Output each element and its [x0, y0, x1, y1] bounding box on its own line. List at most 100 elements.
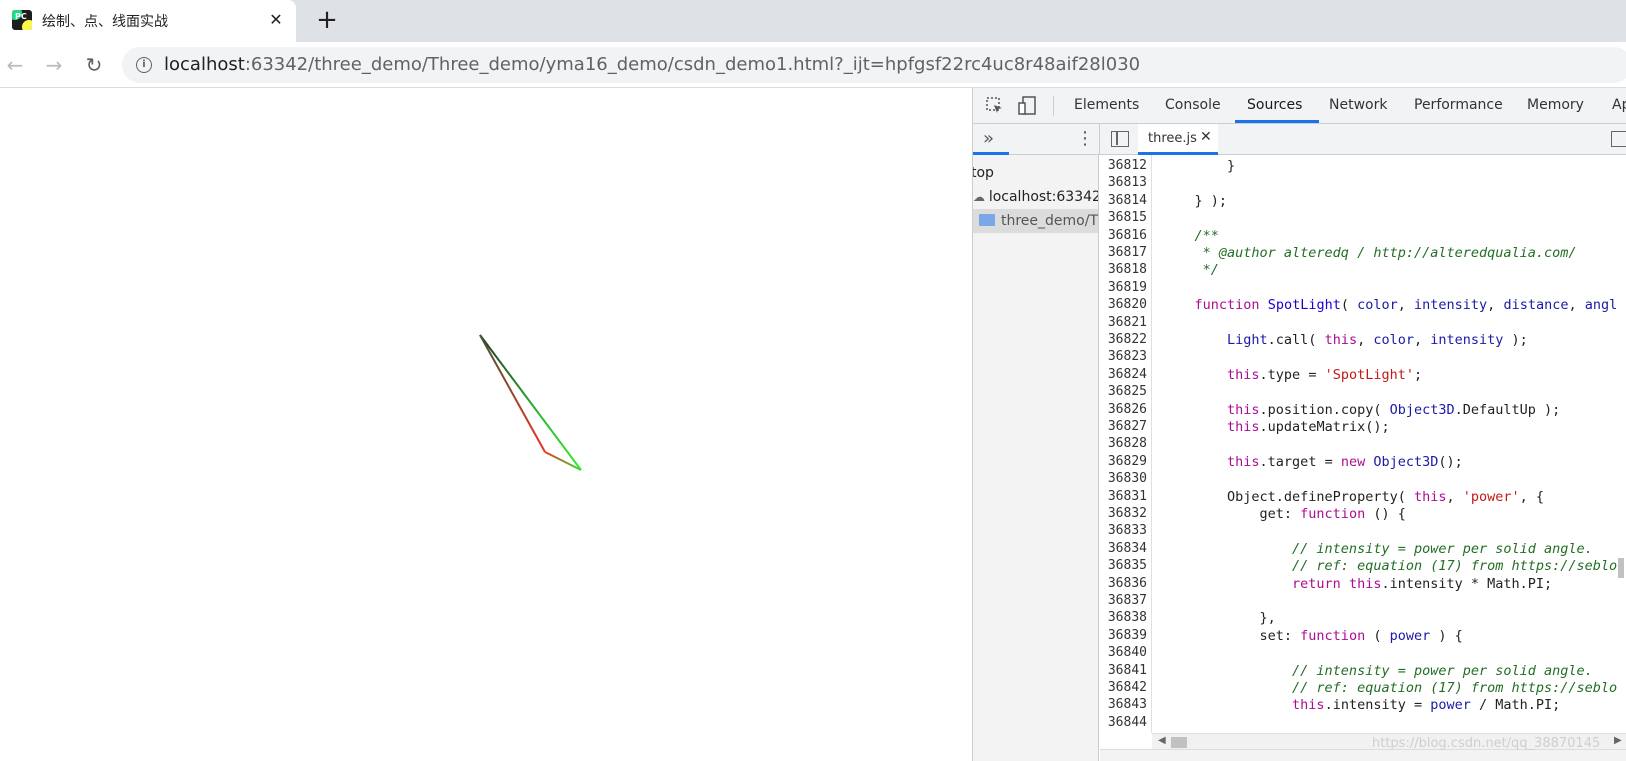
scrollbar-thumb[interactable] [1171, 737, 1187, 748]
kebab-menu-icon[interactable]: ⋮ [1076, 128, 1094, 149]
line-number[interactable]: 36816 [1100, 228, 1147, 243]
file-tab-three-js[interactable]: three.js ✕ [1138, 124, 1218, 155]
scroll-right-icon[interactable]: ▶ [1614, 735, 1622, 746]
line-number[interactable]: 36828 [1100, 436, 1147, 451]
line-number[interactable]: 36835 [1100, 558, 1147, 573]
code-line: */ [1162, 262, 1219, 279]
line-number[interactable]: 36813 [1100, 175, 1147, 190]
page-viewport[interactable] [0, 88, 972, 761]
code-line: } ); [1162, 192, 1228, 209]
code-line: set: function ( power ) { [1162, 627, 1463, 644]
favicon-text: PC [15, 12, 27, 21]
code-line: * @author alteredq / http://alteredquali… [1162, 245, 1577, 261]
webgl-canvas[interactable] [0, 88, 972, 761]
watermark: https://blog.csdn.net/qq_38870145 [1372, 736, 1601, 751]
line-number[interactable]: 36823 [1100, 349, 1147, 364]
file-tab-label: three.js [1148, 131, 1197, 146]
line-number[interactable]: 36814 [1100, 193, 1147, 208]
tab-close-icon[interactable]: ✕ [265, 9, 287, 31]
vertical-scrollbar-thumb[interactable] [1618, 558, 1624, 578]
line-number[interactable]: 36830 [1100, 471, 1147, 486]
line-number[interactable]: 36824 [1100, 367, 1147, 382]
line-number[interactable]: 36817 [1100, 245, 1147, 260]
toggle-navigator-icon[interactable] [1111, 131, 1129, 147]
address-bar[interactable]: i localhost:63342/three_demo/Three_demo/… [122, 47, 1626, 83]
line-number[interactable]: 36837 [1100, 593, 1147, 608]
inspect-element-icon[interactable] [985, 96, 1005, 116]
code-line: this.intensity = power / Math.PI; [1292, 697, 1561, 714]
line-number[interactable]: 36833 [1100, 523, 1147, 538]
new-tab-icon[interactable]: + [313, 7, 341, 35]
line-number[interactable]: 36829 [1100, 454, 1147, 469]
line-number[interactable]: 36827 [1100, 419, 1147, 434]
browser-tab[interactable]: PC 绘制、点、线面实战 ✕ [0, 0, 296, 42]
line-number[interactable]: 36825 [1100, 384, 1147, 399]
line-number[interactable]: 36836 [1100, 576, 1147, 591]
line-number[interactable]: 36834 [1100, 541, 1147, 556]
navigator-label: three_demo/Th [1001, 213, 1099, 229]
line-number[interactable]: 36839 [1100, 628, 1147, 643]
line-number[interactable]: 36841 [1100, 663, 1147, 678]
toggle-debugger-icon[interactable] [1611, 131, 1626, 147]
more-tabs-icon[interactable]: » [983, 128, 994, 149]
tab-elements[interactable]: Elements [1074, 97, 1139, 113]
tab-sources[interactable]: Sources [1247, 97, 1302, 113]
code-line: // intensity = power per solid angle. [1162, 662, 1593, 679]
code-line: get: function () { [1162, 506, 1406, 522]
file-tab-close-icon[interactable]: ✕ [1200, 129, 1212, 145]
code-line: Object.defineProperty( this, 'power', { [1162, 488, 1545, 505]
line-number[interactable]: 36822 [1100, 332, 1147, 347]
line-segment-red [479, 334, 546, 453]
file-navigator: top ☁ localhost:63342 three_demo/Th [973, 155, 1099, 761]
tab-performance[interactable]: Performance [1414, 97, 1503, 113]
url-path: :63342/three_demo/Three_demo/yma16_demo/… [244, 54, 1141, 75]
line-number[interactable]: 36821 [1100, 315, 1147, 330]
forward-arrow-icon[interactable]: → [42, 53, 66, 77]
code-line: // ref: equation (17) from https://seblo [1162, 558, 1618, 575]
tab-application[interactable]: Ap [1612, 97, 1626, 113]
code-line: this.updateMatrix(); [1227, 419, 1390, 435]
line-number[interactable]: 36838 [1100, 610, 1147, 625]
url-text[interactable]: localhost:63342/three_demo/Three_demo/ym… [164, 54, 1140, 75]
line-number[interactable]: 36844 [1100, 715, 1147, 730]
line-number[interactable]: 36815 [1100, 210, 1147, 225]
code-line: this.type = 'SpotLight'; [1227, 366, 1423, 383]
line-number[interactable]: 36843 [1100, 697, 1147, 712]
line-number[interactable]: 36820 [1100, 297, 1147, 312]
line-number[interactable]: 36826 [1100, 402, 1147, 417]
navigator-item-host[interactable]: ☁ localhost:63342 [973, 185, 1098, 209]
line-number[interactable]: 36818 [1100, 262, 1147, 277]
tab-title: 绘制、点、线面实战 [42, 14, 168, 30]
code-line: // intensity = power per solid angle. [1162, 540, 1593, 557]
pycharm-favicon-icon: PC [12, 10, 32, 30]
active-tab-indicator [1235, 120, 1319, 123]
info-icon[interactable]: i [136, 57, 152, 73]
line-number[interactable]: 36831 [1100, 489, 1147, 504]
code-line: /** [1194, 227, 1219, 244]
line-segment-base [544, 451, 582, 471]
reload-icon[interactable]: ↻ [82, 53, 106, 77]
panel-divider [1099, 124, 1100, 155]
line-number[interactable]: 36812 [1100, 158, 1147, 173]
cloud-icon: ☁ [973, 190, 989, 204]
devtools-panel: Elements Console Sources Network Perform… [972, 88, 1626, 761]
line-number[interactable]: 36819 [1100, 280, 1147, 295]
scroll-left-icon[interactable]: ◀ [1158, 735, 1166, 746]
device-toolbar-icon[interactable] [1017, 96, 1037, 116]
code-line: return this.intensity * Math.PI; [1292, 575, 1553, 592]
navigator-item-top[interactable]: top [973, 161, 1097, 185]
browser-window: PC 绘制、点、线面实战 ✕ + ← → ↻ i localhost:63342… [0, 0, 1626, 761]
line-number[interactable]: 36840 [1100, 645, 1147, 660]
code-line: function SpotLight( color, intensity, di… [1194, 297, 1618, 314]
devtools-tab-bar: Elements Console Sources Network Perform… [973, 88, 1626, 124]
tab-console[interactable]: Console [1165, 97, 1221, 113]
code-line: this.position.copy( Object3D.DefaultUp )… [1227, 401, 1561, 418]
line-number[interactable]: 36832 [1100, 506, 1147, 521]
tab-memory[interactable]: Memory [1527, 97, 1584, 113]
back-arrow-icon[interactable]: ← [3, 53, 27, 77]
tab-network[interactable]: Network [1329, 97, 1387, 113]
code-editor[interactable]: 36812 } 36813 36814 } ); 36815 36816 /** 3681… [1100, 155, 1626, 733]
line-number[interactable]: 36842 [1100, 680, 1147, 695]
navigator-item-folder[interactable]: three_demo/Th [973, 209, 1099, 233]
tab-strip: PC 绘制、点、线面实战 ✕ + [0, 0, 1626, 42]
